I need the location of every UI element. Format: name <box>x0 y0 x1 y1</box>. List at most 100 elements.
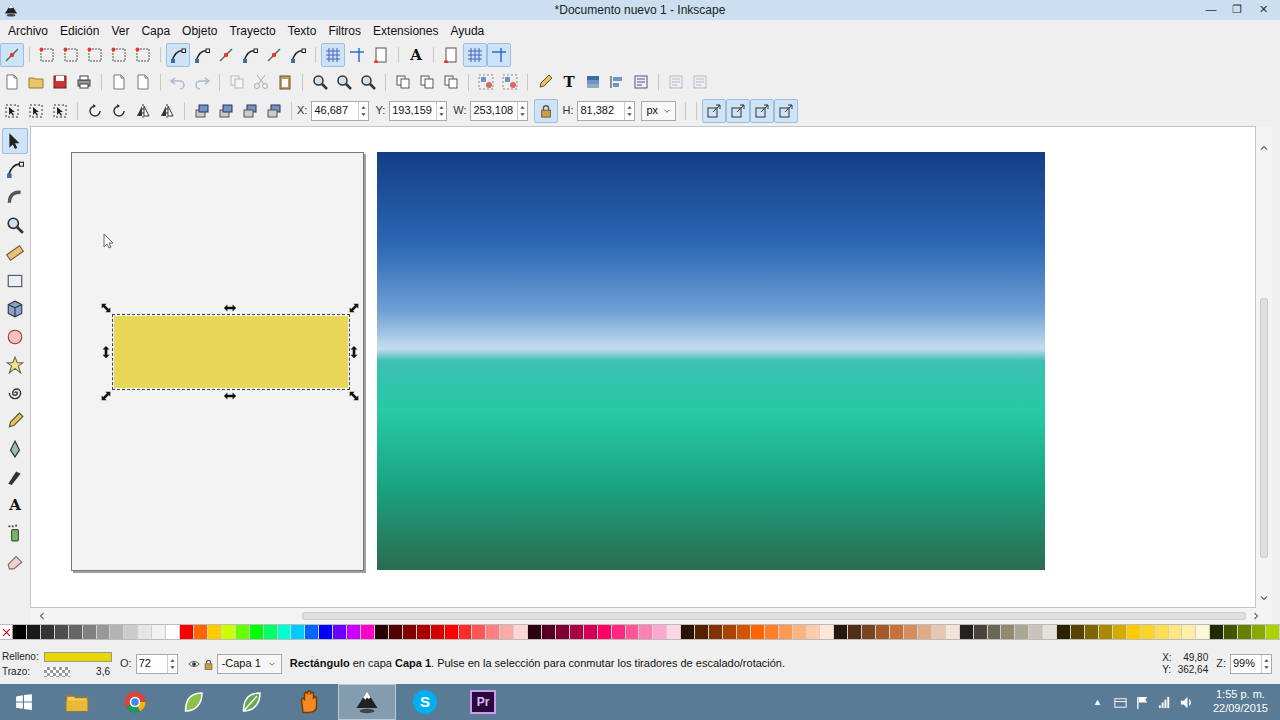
color-swatch[interactable] <box>1071 625 1085 639</box>
toolbar-button[interactable] <box>238 43 262 67</box>
toolbar-button[interactable] <box>131 99 155 123</box>
color-swatch[interactable] <box>890 625 904 639</box>
toolbar-button[interactable] <box>214 99 238 123</box>
toolbar-button[interactable] <box>533 70 557 94</box>
toolbar-button[interactable] <box>35 43 59 67</box>
color-swatch[interactable] <box>194 625 208 639</box>
toolbar-button[interactable] <box>59 43 83 67</box>
toolbar-button[interactable] <box>463 43 487 67</box>
toolbar-button[interactable] <box>345 43 369 67</box>
spin-arrows[interactable] <box>517 102 527 120</box>
imported-photo[interactable] <box>377 152 1045 570</box>
spin-field[interactable] <box>577 101 635 121</box>
color-swatch[interactable] <box>152 625 166 639</box>
toolbar-button[interactable] <box>190 43 214 67</box>
color-swatch[interactable] <box>431 625 445 639</box>
color-swatch[interactable] <box>1029 625 1043 639</box>
color-swatch[interactable] <box>472 625 486 639</box>
scale-handle[interactable] <box>99 345 113 359</box>
color-swatch[interactable] <box>584 625 598 639</box>
toolbar-button[interactable] <box>166 43 190 67</box>
color-swatch[interactable] <box>1057 625 1071 639</box>
color-swatch[interactable] <box>459 625 473 639</box>
taskbar-app[interactable]: S <box>396 684 454 720</box>
toolbar-button[interactable] <box>131 70 155 94</box>
color-swatch[interactable] <box>974 625 988 639</box>
toolbar-button[interactable] <box>225 70 249 94</box>
maximize-button[interactable]: ❐ <box>1224 1 1250 19</box>
color-swatch[interactable] <box>208 625 222 639</box>
menu-item[interactable]: Ayuda <box>444 22 490 40</box>
color-swatch[interactable] <box>556 625 570 639</box>
color-swatch[interactable] <box>612 625 626 639</box>
toolbar-button[interactable]: A <box>404 43 428 67</box>
color-swatch[interactable] <box>653 625 667 639</box>
color-swatch[interactable] <box>1252 625 1266 639</box>
taskbar-app[interactable]: Pr <box>454 684 512 720</box>
scale-handle[interactable] <box>99 389 113 403</box>
spin-arrows[interactable] <box>1261 655 1271 673</box>
menu-item[interactable]: Archivo <box>2 22 54 40</box>
color-swatch[interactable] <box>639 625 653 639</box>
lock-button[interactable] <box>534 99 558 123</box>
toolbar-button[interactable] <box>107 99 131 123</box>
toolbar-button[interactable] <box>166 70 190 94</box>
color-swatch[interactable] <box>1155 625 1169 639</box>
color-swatch[interactable] <box>55 625 69 639</box>
tool-button[interactable] <box>2 352 28 378</box>
toolbar-button[interactable] <box>439 70 463 94</box>
toolbar-button[interactable] <box>190 70 214 94</box>
color-swatch[interactable] <box>1169 625 1183 639</box>
color-swatch[interactable] <box>1238 625 1252 639</box>
color-swatch[interactable] <box>737 625 751 639</box>
stroke-width[interactable]: 3,6 <box>96 666 116 678</box>
start-button[interactable] <box>0 684 48 720</box>
color-swatch[interactable] <box>403 625 417 639</box>
toolbar-button[interactable] <box>321 43 345 67</box>
color-swatch[interactable] <box>1141 625 1155 639</box>
horizontal-scrollbar[interactable] <box>30 608 1272 624</box>
color-swatch[interactable] <box>779 625 793 639</box>
color-swatch[interactable] <box>83 625 97 639</box>
toolbar-button[interactable] <box>24 99 48 123</box>
toolbar-button[interactable] <box>439 43 463 67</box>
color-swatch[interactable] <box>500 625 514 639</box>
taskbar-app[interactable] <box>338 684 396 720</box>
toolbar-button[interactable] <box>356 70 380 94</box>
color-swatch[interactable] <box>820 625 834 639</box>
color-swatch[interactable] <box>946 625 960 639</box>
color-swatch[interactable] <box>13 625 27 639</box>
toolbar-button[interactable] <box>605 70 629 94</box>
toolbar-button[interactable] <box>702 99 726 123</box>
color-swatch[interactable] <box>166 625 180 639</box>
scale-handle[interactable] <box>99 301 113 315</box>
tool-button[interactable] <box>2 184 28 210</box>
color-swatch[interactable] <box>793 625 807 639</box>
color-swatch[interactable] <box>417 625 431 639</box>
spin-input[interactable] <box>1231 657 1261 670</box>
color-swatch[interactable] <box>1210 625 1224 639</box>
color-swatch[interactable] <box>709 625 723 639</box>
toolbar-button[interactable] <box>391 70 415 94</box>
toolbar-button[interactable] <box>629 70 653 94</box>
tool-button[interactable] <box>2 436 28 462</box>
color-swatch[interactable] <box>347 625 361 639</box>
vertical-scrollbar[interactable] <box>1256 126 1272 608</box>
toolbar-button[interactable] <box>107 43 131 67</box>
scroll-thumb[interactable] <box>302 612 1246 620</box>
taskbar-app[interactable] <box>48 684 106 720</box>
menu-item[interactable]: Edición <box>54 22 105 40</box>
color-swatch[interactable] <box>375 625 389 639</box>
color-swatch[interactable] <box>960 625 974 639</box>
toolbar-button[interactable] <box>83 99 107 123</box>
tool-button[interactable] <box>2 408 28 434</box>
menu-item[interactable]: Filtros <box>322 22 367 40</box>
color-swatch[interactable] <box>1182 625 1196 639</box>
toolbar-button[interactable] <box>308 70 332 94</box>
layer-dropdown[interactable]: -Capa 1 <box>217 654 282 674</box>
tool-button[interactable] <box>2 324 28 350</box>
color-swatch[interactable] <box>932 625 946 639</box>
spin-arrows[interactable] <box>436 102 446 120</box>
toolbar-button[interactable] <box>48 99 72 123</box>
menu-item[interactable]: Ver <box>105 22 135 40</box>
